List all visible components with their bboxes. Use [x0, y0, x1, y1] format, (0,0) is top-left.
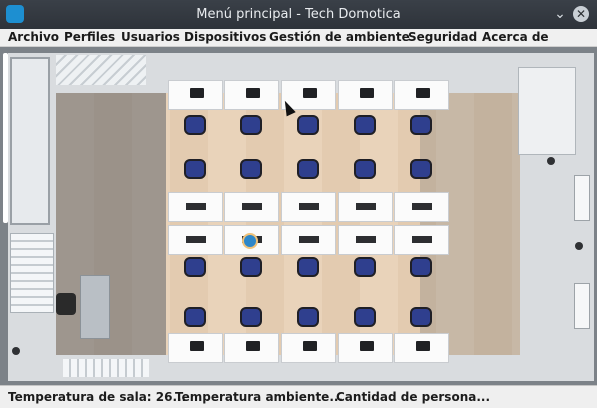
chair-icon: [354, 307, 376, 327]
teacher-desk: [80, 275, 110, 339]
student-desk[interactable]: [168, 192, 223, 222]
student-desk[interactable]: [168, 333, 223, 363]
menu-perfiles[interactable]: Perfiles: [64, 30, 115, 44]
student-desk[interactable]: [281, 333, 336, 363]
chair-icon: [240, 115, 262, 135]
chair-icon: [354, 115, 376, 135]
laptop-icon[interactable]: [360, 88, 374, 98]
chair-icon: [354, 257, 376, 277]
laptop-icon[interactable]: [186, 236, 206, 243]
menu-seguridad[interactable]: Seguridad: [408, 30, 477, 44]
laptop-icon[interactable]: [299, 236, 319, 243]
bottom-window: [63, 359, 149, 377]
close-button[interactable]: ✕: [573, 6, 589, 22]
student-desk[interactable]: [338, 80, 393, 110]
laptop-icon[interactable]: [190, 88, 204, 98]
chair-icon: [184, 159, 206, 179]
laptop-icon[interactable]: [356, 236, 376, 243]
chair-icon: [410, 257, 432, 277]
laptop-icon[interactable]: [356, 203, 376, 210]
laptop-icon[interactable]: [242, 203, 262, 210]
air-conditioner-icon[interactable]: [574, 283, 590, 329]
chair-icon: [354, 159, 376, 179]
chair-icon: [240, 307, 262, 327]
menu-dispositivos[interactable]: Dispositivos: [184, 30, 266, 44]
laptop-icon[interactable]: [246, 341, 260, 351]
wall-shadow: [420, 93, 520, 355]
laptop-icon[interactable]: [416, 88, 430, 98]
student-desk[interactable]: [338, 225, 393, 255]
student-desk[interactable]: [281, 192, 336, 222]
status-bar: Temperatura de sala: 26... Temperatura a…: [0, 385, 597, 408]
chair-icon: [240, 159, 262, 179]
chair-icon: [410, 307, 432, 327]
chair-icon: [184, 257, 206, 277]
menu-gestion-ambiente[interactable]: Gestión de ambiente: [269, 30, 410, 44]
laptop-icon[interactable]: [412, 236, 432, 243]
people-count-status: Cantidad de persona...: [336, 390, 491, 404]
student-desk[interactable]: [168, 80, 223, 110]
chair-icon: [410, 115, 432, 135]
student-desk[interactable]: [338, 333, 393, 363]
menu-usuarios[interactable]: Usuarios: [121, 30, 180, 44]
laptop-icon[interactable]: [303, 341, 317, 351]
door: [518, 67, 576, 155]
laptop-icon[interactable]: [360, 341, 374, 351]
student-desk[interactable]: [394, 333, 449, 363]
menu-archivo[interactable]: Archivo: [8, 30, 59, 44]
chair-icon: [410, 159, 432, 179]
window-title: Menú principal - Tech Domotica: [196, 7, 401, 22]
chair-icon: [297, 115, 319, 135]
laptop-icon[interactable]: [246, 88, 260, 98]
laptop-icon[interactable]: [299, 203, 319, 210]
skylight-window: [56, 55, 146, 85]
chair-icon: [240, 257, 262, 277]
student-desk[interactable]: [338, 192, 393, 222]
room-temperature-status: Temperatura de sala: 26...: [8, 390, 187, 404]
person-icon[interactable]: [242, 233, 258, 249]
air-conditioner-icon[interactable]: [574, 175, 590, 221]
minimize-button[interactable]: ⌄: [552, 6, 568, 22]
teacher-chair: [56, 293, 76, 315]
chair-icon: [297, 257, 319, 277]
menu-acerca-de[interactable]: Acerca de: [482, 30, 549, 44]
student-desk[interactable]: [224, 192, 279, 222]
chair-icon: [297, 159, 319, 179]
sensor-icon[interactable]: [575, 242, 583, 250]
scroll-indicator[interactable]: [3, 53, 8, 223]
chair-icon: [297, 307, 319, 327]
laptop-icon[interactable]: [186, 203, 206, 210]
student-desk[interactable]: [224, 80, 279, 110]
laptop-icon[interactable]: [412, 203, 432, 210]
left-window: [10, 233, 54, 313]
whiteboard: [10, 57, 50, 225]
laptop-icon[interactable]: [303, 88, 317, 98]
student-desk[interactable]: [394, 192, 449, 222]
sensor-icon[interactable]: [12, 347, 20, 355]
window-titlebar: Menú principal - Tech Domotica ⌄ ✕: [0, 0, 597, 29]
student-desk[interactable]: [224, 333, 279, 363]
sensor-icon[interactable]: [547, 157, 555, 165]
laptop-icon[interactable]: [416, 341, 430, 351]
chair-icon: [184, 307, 206, 327]
laptop-icon[interactable]: [190, 341, 204, 351]
student-desk[interactable]: [281, 225, 336, 255]
ambient-temperature-status: Temperatura ambiente...: [175, 390, 343, 404]
chair-icon: [184, 115, 206, 135]
menu-bar: Archivo Perfiles Usuarios Dispositivos G…: [0, 29, 597, 47]
student-desk[interactable]: [394, 80, 449, 110]
classroom-view[interactable]: [0, 47, 597, 385]
student-desk[interactable]: [168, 225, 223, 255]
student-desk[interactable]: [394, 225, 449, 255]
wall-shadow: [56, 93, 166, 355]
